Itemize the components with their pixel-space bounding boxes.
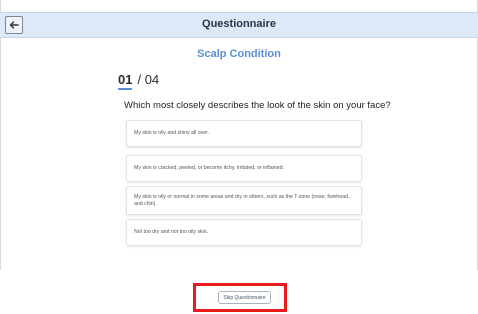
step-total: / 04 (137, 72, 160, 87)
answer-option-oily[interactable]: My skin is oily and shiny all over. (126, 120, 362, 147)
step-current: 01 (118, 72, 133, 90)
skip-questionnaire-button[interactable]: Skip Questionnaire (218, 291, 271, 304)
answer-option-dry[interactable]: My skin is cracked, peeled, or become it… (126, 155, 362, 182)
answer-option-normal[interactable]: Not too dry and not too oily skin. (126, 219, 362, 246)
section-title: Scalp Condition (197, 48, 281, 60)
answer-option-label: Not too dry and not too oily skin. (134, 229, 209, 236)
question-text: Which most closely describes the look of… (124, 100, 391, 111)
answer-option-combination[interactable]: My skin is oily or normal in some areas … (126, 186, 362, 215)
app-header: Questionnaire (0, 12, 478, 38)
answer-option-label: My skin is oily or normal in some areas … (134, 194, 350, 207)
answer-option-label: My skin is oily and shiny all over. (134, 130, 209, 137)
step-indicator: 01 / 04 (118, 72, 160, 90)
answer-option-label: My skin is cracked, peeled, or become it… (134, 165, 285, 172)
page-title: Questionnaire (202, 18, 276, 30)
